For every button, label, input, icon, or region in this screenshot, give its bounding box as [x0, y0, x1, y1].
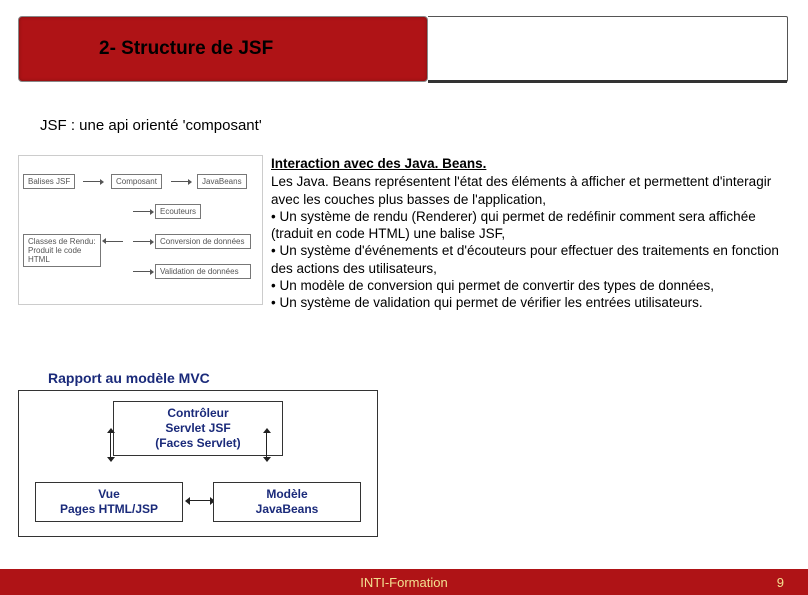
mvc-controller-box: Contrôleur Servlet JSF (Faces Servlet): [113, 401, 283, 456]
mvc-model-l1: Modèle: [224, 487, 350, 502]
mvc-controller-l3: (Faces Servlet): [126, 436, 270, 451]
box-javabeans: JavaBeans: [197, 174, 247, 189]
mvc-view-box: Vue Pages HTML/JSP: [35, 482, 183, 522]
mvc-view-l1: Vue: [46, 487, 172, 502]
content-b1: • Un système de rendu (Renderer) qui per…: [271, 208, 790, 243]
mvc-controller-l1: Contrôleur: [126, 406, 270, 421]
arrow-view-model: [189, 500, 211, 501]
mvc-diagram-area: Rapport au modèle MVC Contrôleur Servlet…: [18, 370, 388, 537]
content-b2: • Un système d'événements et d'écouteurs…: [271, 242, 790, 277]
arrow-ctrl-model: [266, 432, 267, 458]
header-right-panel: [428, 16, 788, 82]
content-p1: Les Java. Beans représentent l'état des …: [271, 173, 790, 208]
content-row: Balises JSF Composant JavaBeans Ecouteur…: [18, 155, 790, 311]
page-number: 9: [777, 575, 784, 590]
content-heading: Interaction avec des Java. Beans.: [271, 155, 790, 172]
content-b4: • Un système de validation qui permet de…: [271, 294, 790, 311]
footer-text: INTI-Formation: [360, 575, 447, 590]
box-validation: Validation de données: [155, 264, 251, 279]
slide-title: 2- Structure de JSF: [99, 38, 273, 60]
footer-bar: INTI-Formation 9: [0, 569, 808, 595]
header-bar: 2- Structure de JSF: [18, 16, 788, 82]
mvc-title: Rapport au modèle MVC: [48, 370, 388, 386]
mvc-model-box: Modèle JavaBeans: [213, 482, 361, 522]
box-balises: Balises JSF: [23, 174, 75, 189]
mvc-view-l2: Pages HTML/JSP: [46, 502, 172, 517]
mvc-box: Contrôleur Servlet JSF (Faces Servlet) V…: [18, 390, 378, 537]
box-ecouteurs: Ecouteurs: [155, 204, 201, 219]
content-text: Interaction avec des Java. Beans. Les Ja…: [271, 155, 790, 311]
content-b3: • Un modèle de conversion qui permet de …: [271, 277, 790, 294]
arrow-ctrl-view: [110, 432, 111, 458]
component-diagram: Balises JSF Composant JavaBeans Ecouteur…: [18, 155, 263, 305]
mvc-controller-l2: Servlet JSF: [126, 421, 270, 436]
slide-subtitle: JSF : une api orienté 'composant': [40, 117, 262, 134]
header-left-panel: 2- Structure de JSF: [18, 16, 428, 82]
box-conversion: Conversion de données: [155, 234, 251, 249]
box-composant: Composant: [111, 174, 162, 189]
mvc-row: Vue Pages HTML/JSP Modèle JavaBeans: [35, 482, 361, 522]
mvc-model-l2: JavaBeans: [224, 502, 350, 517]
box-rendu: Classes de Rendu: Produit le code HTML: [23, 234, 101, 267]
